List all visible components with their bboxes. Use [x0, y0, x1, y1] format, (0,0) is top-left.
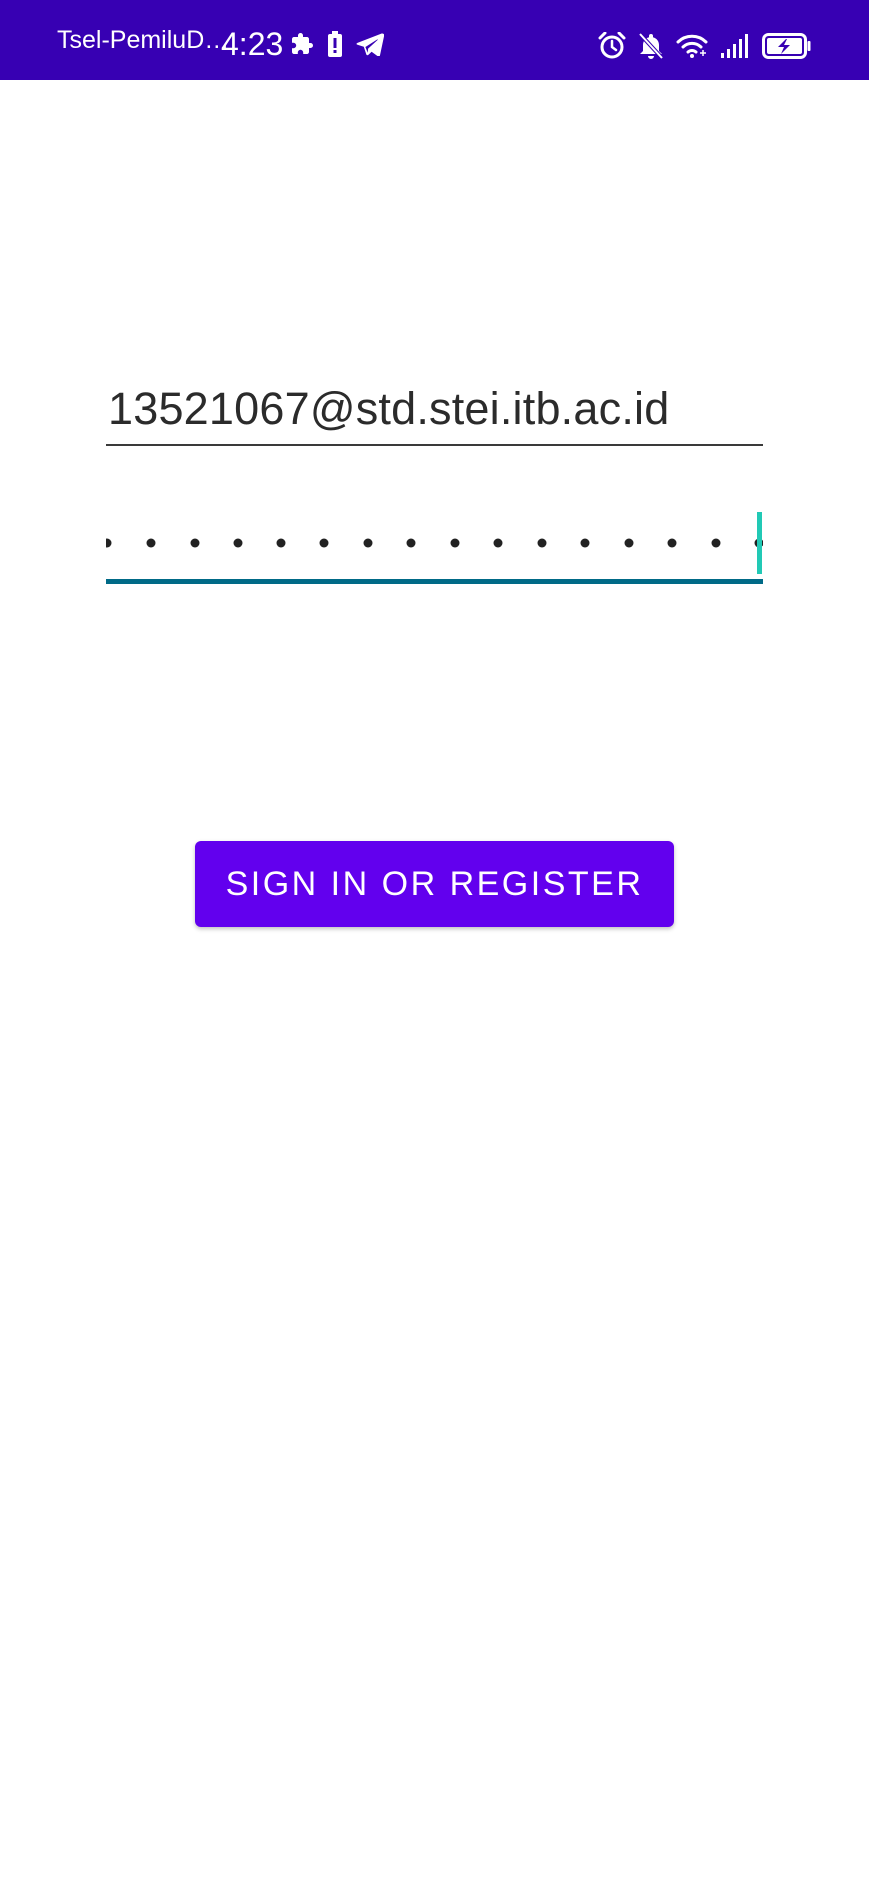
- status-bar: Tsel-PemiluD… 4:23: [0, 0, 869, 80]
- puzzle-icon: [290, 32, 314, 56]
- clock: 4:23: [221, 26, 284, 62]
- telegram-icon: [356, 32, 384, 56]
- battery-alert-icon: [328, 31, 342, 57]
- email-field[interactable]: 13521067@std.stei.itb.ac.id: [106, 380, 763, 446]
- system-icons: [598, 30, 812, 62]
- sign-in-or-register-button[interactable]: SIGN IN OR REGISTER: [195, 841, 674, 927]
- password-mask: [106, 538, 763, 548]
- carrier-name: Tsel-PemiluD…: [57, 26, 230, 54]
- alarm-icon: [598, 32, 626, 60]
- wifi-icon: [676, 33, 708, 59]
- bell-off-icon: [638, 32, 664, 60]
- password-field[interactable]: [106, 510, 763, 584]
- battery-charging-icon: [762, 33, 812, 59]
- email-value: 13521067@std.stei.itb.ac.id: [108, 383, 670, 434]
- signal-icon: [720, 33, 750, 59]
- text-cursor: [757, 512, 762, 574]
- login-screen: Tsel-PemiluD… 4:23 13521067@std.stei.itb…: [0, 0, 869, 1883]
- notification-icons: [290, 30, 384, 58]
